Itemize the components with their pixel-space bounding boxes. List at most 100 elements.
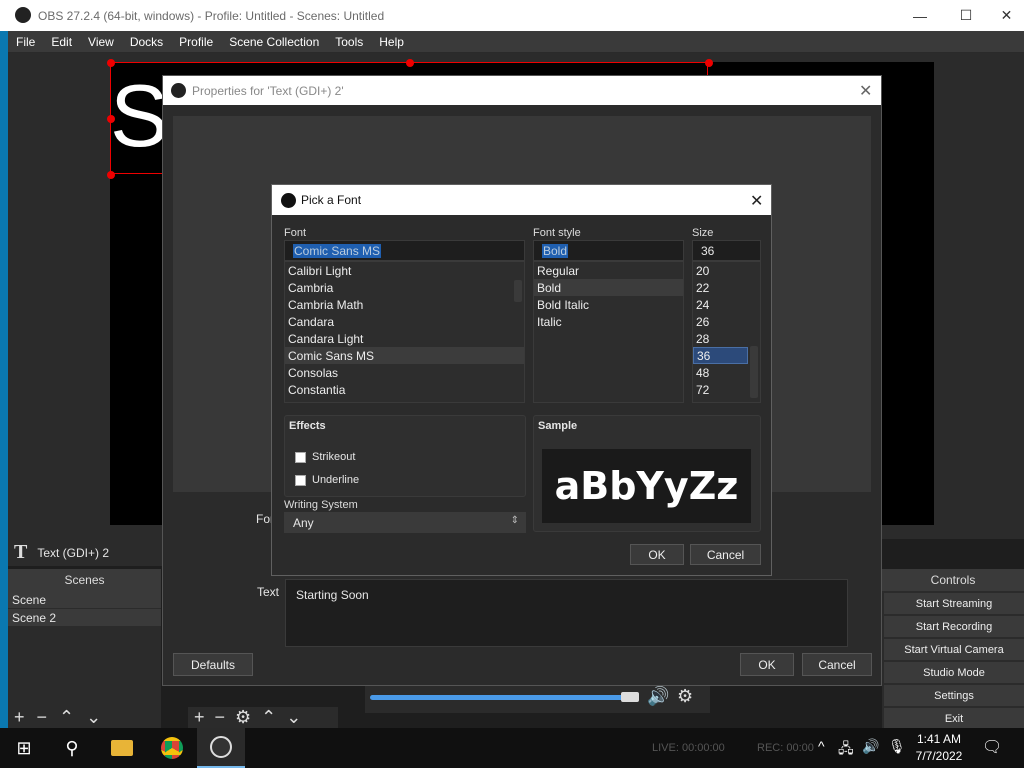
network-icon[interactable]: 🖧 [838, 738, 854, 762]
menu-docks[interactable]: Docks [122, 35, 171, 49]
remove-source-icon[interactable]: − [215, 707, 226, 728]
strikeout-checkbox[interactable]: Strikeout [295, 451, 355, 463]
size-list-item-selected[interactable]: 36 [693, 347, 748, 364]
size-list-item[interactable]: 24 [693, 296, 760, 313]
resize-handle[interactable] [107, 59, 115, 67]
close-button[interactable]: ✕ [989, 0, 1024, 31]
obs-logo-icon [15, 7, 31, 23]
font-list-scrollbar[interactable] [514, 280, 522, 302]
sample-label: Sample [538, 420, 578, 432]
microphone-icon[interactable]: 🎙 [888, 738, 906, 755]
checkbox-box[interactable] [295, 474, 306, 486]
clock[interactable]: 1:41 AM 7/7/2022 [910, 731, 968, 765]
notification-icon[interactable]: 🗨 [982, 737, 1002, 757]
font-input[interactable]: Comic Sans MS [284, 240, 525, 261]
menu-help[interactable]: Help [371, 35, 412, 49]
menu-profile[interactable]: Profile [171, 35, 221, 49]
pick-font-dialog: Pick a Font ✕ Font Font style Size Comic… [271, 184, 772, 576]
text-input[interactable]: Starting Soon [285, 579, 848, 647]
sample-group: Sample aBbYyZz [533, 415, 761, 532]
resize-handle[interactable] [705, 59, 713, 67]
settings-button[interactable]: Settings [884, 685, 1024, 706]
windows-start-icon[interactable]: ⊞ [0, 728, 48, 768]
move-down-icon[interactable]: ⌄ [286, 707, 301, 728]
font-style-input[interactable]: Bold [533, 240, 684, 261]
menu-view[interactable]: View [80, 35, 122, 49]
audio-mixer: 🔊 ⚙ [365, 685, 710, 713]
add-source-icon[interactable]: + [194, 707, 205, 728]
exit-button[interactable]: Exit [884, 708, 1024, 729]
style-list-item[interactable]: Regular [534, 262, 683, 279]
font-list-item[interactable]: Cambria Math [285, 296, 524, 313]
resize-handle[interactable] [107, 115, 115, 123]
volume-slider[interactable] [370, 695, 636, 700]
controls-dock: Controls Start Streaming Start Recording… [882, 569, 1024, 729]
font-list-item[interactable]: Candara Light [285, 330, 524, 347]
font-list-item[interactable]: Consolas [285, 364, 524, 381]
obs-taskbar-icon[interactable] [197, 728, 245, 768]
size-list-scrollbar[interactable] [750, 346, 758, 398]
speaker-icon[interactable]: 🔊 [862, 738, 879, 755]
font-list-item-selected[interactable]: Comic Sans MS [285, 347, 524, 364]
font-list-item[interactable]: Cambria [285, 279, 524, 296]
writing-system-select[interactable]: Any ⇕ [284, 512, 526, 533]
menu-edit[interactable]: Edit [43, 35, 80, 49]
size-list-item[interactable]: 20 [693, 262, 760, 279]
close-icon[interactable]: ✕ [859, 81, 872, 101]
ok-button[interactable]: OK [740, 653, 794, 676]
underline-checkbox[interactable]: Underline [295, 474, 359, 486]
speaker-icon[interactable]: 🔊 [647, 686, 669, 707]
chrome-icon[interactable] [148, 728, 196, 768]
start-streaming-button[interactable]: Start Streaming [884, 593, 1024, 614]
gear-icon[interactable]: ⚙ [235, 707, 251, 728]
defaults-button[interactable]: Defaults [173, 653, 253, 676]
size-list-item[interactable]: 26 [693, 313, 760, 330]
writing-system-value: Any [293, 515, 314, 530]
style-list-item[interactable]: Italic [534, 313, 683, 330]
studio-mode-button[interactable]: Studio Mode [884, 662, 1024, 683]
move-up-icon[interactable]: ⌃ [59, 707, 74, 728]
move-up-icon[interactable]: ⌃ [261, 707, 276, 728]
style-list-item-selected[interactable]: Bold [534, 279, 683, 296]
checkbox-box[interactable] [295, 451, 306, 463]
close-icon[interactable]: ✕ [750, 191, 763, 211]
scene-item[interactable]: Scene [8, 591, 161, 608]
start-recording-button[interactable]: Start Recording [884, 616, 1024, 637]
size-list-item[interactable]: 22 [693, 279, 760, 296]
text-input-value: Starting Soon [296, 588, 369, 602]
font-ok-button[interactable]: OK [630, 544, 684, 565]
menu-tools[interactable]: Tools [327, 35, 371, 49]
move-down-icon[interactable]: ⌄ [86, 707, 101, 728]
size-input-value: 36 [701, 243, 715, 258]
font-list-item[interactable]: Candara [285, 313, 524, 330]
size-list-item[interactable]: 28 [693, 330, 760, 347]
remove-scene-icon[interactable]: − [37, 707, 48, 728]
properties-titlebar: Properties for 'Text (GDI+) 2' ✕ [163, 76, 881, 105]
window-titlebar: OBS 27.2.4 (64-bit, windows) - Profile: … [0, 0, 1024, 31]
file-explorer-icon[interactable] [98, 728, 146, 768]
style-list-item[interactable]: Bold Italic [534, 296, 683, 313]
font-list-item[interactable]: Constantia [285, 381, 524, 398]
maximize-button[interactable]: ☐ [943, 0, 989, 31]
size-input[interactable]: 36 [692, 240, 761, 261]
font-label: Font [284, 227, 307, 239]
resize-handle[interactable] [406, 59, 414, 67]
scene-item[interactable]: Scene 2 [8, 609, 161, 626]
cancel-button[interactable]: Cancel [802, 653, 872, 676]
search-icon[interactable]: ⚲ [48, 728, 96, 768]
chevron-up-icon[interactable]: ^ [818, 738, 825, 754]
font-cancel-button[interactable]: Cancel [690, 544, 761, 565]
volume-slider-handle[interactable] [621, 692, 639, 702]
obs-logo-icon [171, 83, 186, 98]
font-list[interactable]: Calibri Light Cambria Cambria Math Canda… [284, 261, 525, 403]
start-virtual-camera-button[interactable]: Start Virtual Camera [884, 639, 1024, 660]
gear-icon[interactable]: ⚙ [677, 686, 693, 707]
menu-scene-collection[interactable]: Scene Collection [221, 35, 327, 49]
minimize-button[interactable]: — [897, 0, 943, 31]
menu-file[interactable]: File [8, 35, 43, 49]
font-list-item[interactable]: Calibri Light [285, 262, 524, 279]
size-list[interactable]: 20 22 24 26 28 36 48 72 [692, 261, 761, 403]
add-scene-icon[interactable]: + [14, 707, 25, 728]
resize-handle[interactable] [107, 171, 115, 179]
font-style-list[interactable]: Regular Bold Bold Italic Italic [533, 261, 684, 403]
